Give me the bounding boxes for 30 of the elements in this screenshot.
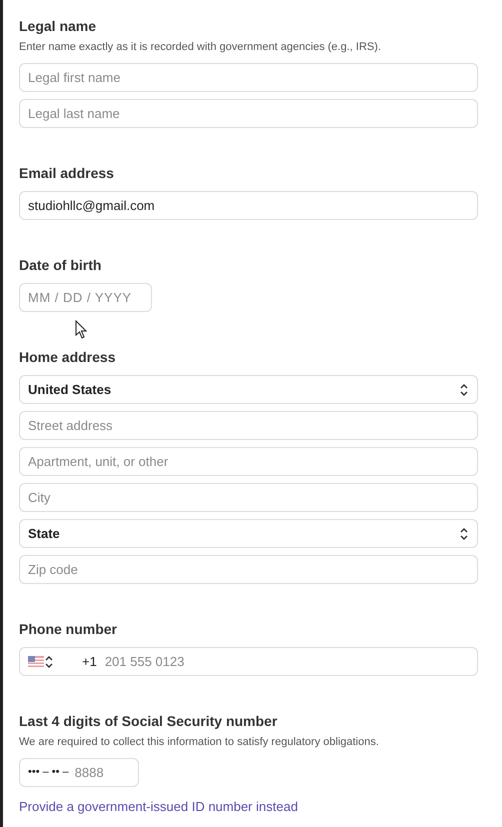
text-field[interactable]: Apartment, unit, or other <box>19 447 478 476</box>
text-field[interactable]: Legal first name <box>19 63 478 92</box>
chevron-icon <box>459 526 469 540</box>
field-label: Phone number <box>19 620 118 639</box>
country-code: +1 <box>82 652 97 671</box>
text-field[interactable]: Street address <box>19 411 478 440</box>
text-field[interactable]: studiohllc@gmail.com <box>19 191 478 220</box>
ssn-field[interactable]: ••• – •• – 8888 <box>19 758 139 787</box>
date-field[interactable]: MM / DD / YYYY <box>19 283 152 312</box>
id-number-link[interactable]: Provide a government-issued ID number instead <box>19 797 298 816</box>
helper-text: We are required to collect this information to satisfy regulatory obligations. <box>19 735 380 750</box>
select-field[interactable]: State <box>19 519 478 548</box>
field-label: Home address <box>19 348 116 367</box>
text-field[interactable]: Legal last name <box>19 99 478 128</box>
field-label: Date of birth <box>19 256 102 275</box>
chevron-icon <box>459 382 469 396</box>
ssn-input[interactable]: 8888 <box>74 762 125 782</box>
field-label: Last 4 digits of Social Security number <box>19 712 278 731</box>
text-field[interactable]: City <box>19 483 478 512</box>
masked-prefix: ••• – •• – <box>28 765 69 780</box>
chevron-icon <box>44 654 54 668</box>
phone-field[interactable]: +1 201 555 0123 <box>19 647 478 676</box>
field-label: Email address <box>19 164 115 183</box>
phone-input[interactable]: 201 555 0123 <box>104 652 469 672</box>
cursor-icon <box>75 320 87 339</box>
field-label: Legal name <box>19 17 98 36</box>
helper-text: Enter name exactly as it is recorded with government agencies (e.g., IRS). <box>19 40 382 55</box>
select-field[interactable]: United States <box>19 375 478 404</box>
flag-icon <box>28 656 44 667</box>
text-field[interactable]: Zip code <box>19 555 478 584</box>
